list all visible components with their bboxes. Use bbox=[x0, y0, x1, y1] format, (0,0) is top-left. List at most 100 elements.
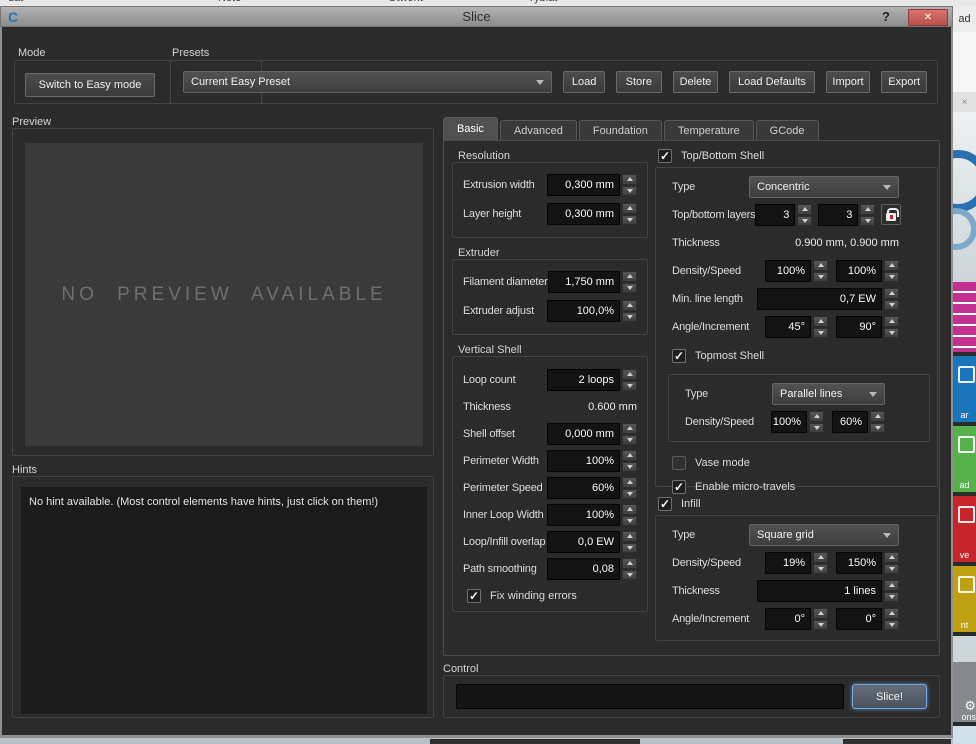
field-label: Type bbox=[672, 529, 749, 541]
close-button[interactable]: ✕ bbox=[908, 9, 948, 26]
spinner[interactable] bbox=[884, 552, 899, 574]
topmost-shell-checkbox[interactable]: ✓ bbox=[672, 349, 686, 363]
vertical-shell-group-title: Vertical Shell bbox=[458, 344, 522, 356]
import-button[interactable]: Import bbox=[826, 71, 871, 93]
spinner[interactable] bbox=[622, 531, 637, 553]
preview-canvas[interactable]: NO PREVIEW AVAILABLE bbox=[25, 143, 423, 446]
background-clear-button-fragment[interactable]: ar bbox=[953, 356, 976, 422]
fix-winding-errors-checkbox[interactable]: ✓ bbox=[467, 589, 481, 603]
infill-thickness-input[interactable]: 1 lines bbox=[757, 580, 882, 602]
spinner[interactable] bbox=[622, 203, 637, 225]
layer-height-input[interactable]: 0,300 mm bbox=[547, 203, 620, 225]
top-bottom-shell-checkbox[interactable]: ✓ bbox=[658, 149, 672, 163]
topmost-density-input[interactable]: 100% bbox=[771, 411, 807, 433]
extruder-adjust-input[interactable]: 100,0% bbox=[547, 300, 620, 322]
tbs-increment-input[interactable]: 90° bbox=[836, 316, 882, 338]
delete-button[interactable]: Delete bbox=[673, 71, 719, 93]
shell-offset-input[interactable]: 0,000 mm bbox=[547, 423, 620, 445]
row-infill-density-speed: Density/Speed 19% 150% bbox=[672, 552, 899, 574]
spinner[interactable] bbox=[884, 608, 899, 630]
switch-to-easy-mode-button[interactable]: Switch to Easy mode bbox=[25, 73, 155, 97]
tbs-speed-input[interactable]: 100% bbox=[836, 260, 882, 282]
min-line-length-input[interactable]: 0,7 EW bbox=[757, 288, 882, 310]
background-options-button-fragment[interactable]: ⚙ ons bbox=[953, 662, 976, 722]
row-loop-infill-overlap: Loop/Infill overlap 0,0 EW bbox=[463, 531, 637, 553]
field-label: Thickness bbox=[463, 401, 588, 413]
background-print-button-fragment[interactable]: nt bbox=[953, 566, 976, 632]
background-save-button-fragment[interactable]: ve bbox=[953, 496, 976, 562]
spinner[interactable] bbox=[622, 300, 637, 322]
spinner[interactable] bbox=[622, 174, 637, 196]
spinner[interactable] bbox=[622, 450, 637, 472]
tbs-type-select[interactable]: Concentric bbox=[749, 176, 899, 198]
field-label: Extruder adjust bbox=[463, 305, 547, 317]
spinner[interactable] bbox=[622, 558, 637, 580]
spinner[interactable] bbox=[884, 580, 899, 602]
tbs-density-input[interactable]: 100% bbox=[765, 260, 811, 282]
background-app-right-strip: ad × ar ad ve nt ⚙ ons bbox=[953, 6, 976, 744]
spinner[interactable] bbox=[809, 411, 824, 433]
perimeter-width-input[interactable]: 100% bbox=[547, 450, 620, 472]
load-button[interactable]: Load bbox=[563, 71, 605, 93]
spinner[interactable] bbox=[622, 477, 637, 499]
slice-button[interactable]: Slice! bbox=[852, 684, 927, 709]
spinner[interactable] bbox=[813, 552, 828, 574]
top-layers-input[interactable]: 3 bbox=[755, 204, 795, 226]
infill-density-input[interactable]: 19% bbox=[765, 552, 811, 574]
topmost-type-select[interactable]: Parallel lines bbox=[772, 383, 885, 405]
spinner[interactable] bbox=[622, 423, 637, 445]
vase-mode-checkbox[interactable] bbox=[672, 456, 686, 470]
tbs-angle-input[interactable]: 45° bbox=[765, 316, 811, 338]
infill-increment-input[interactable]: 0° bbox=[836, 608, 882, 630]
load-defaults-button[interactable]: Load Defaults bbox=[729, 71, 814, 93]
spinner[interactable] bbox=[884, 316, 899, 338]
background-toolbar-fragment[interactable] bbox=[953, 282, 976, 352]
infill-checkbox[interactable]: ✓ bbox=[658, 497, 672, 511]
filament-diameter-input[interactable]: 1,750 mm bbox=[548, 271, 620, 293]
help-button[interactable]: ? bbox=[882, 9, 890, 24]
store-button[interactable]: Store bbox=[616, 71, 662, 93]
row-tbs-density-speed: Density/Speed 100% 100% bbox=[672, 260, 899, 282]
spinner[interactable] bbox=[870, 411, 885, 433]
loop-count-input[interactable]: 2 loops bbox=[547, 369, 620, 391]
tab-advanced[interactable]: Advanced bbox=[500, 120, 577, 140]
spinner[interactable] bbox=[813, 316, 828, 338]
extrusion-width-input[interactable]: 0,300 mm bbox=[547, 174, 620, 196]
enable-micro-travels-checkbox[interactable]: ✓ bbox=[672, 480, 686, 494]
spinner[interactable] bbox=[884, 288, 899, 310]
background-close-fragment[interactable]: × bbox=[953, 92, 976, 112]
spinner[interactable] bbox=[797, 204, 812, 226]
dialog-titlebar[interactable]: C Slice ? ✕ bbox=[0, 6, 953, 27]
tab-temperature[interactable]: Temperature bbox=[664, 120, 754, 140]
infill-angle-input[interactable]: 0° bbox=[765, 608, 811, 630]
craftware-logo-icon: C bbox=[8, 9, 18, 25]
spinner[interactable] bbox=[622, 271, 637, 293]
chevron-down-icon bbox=[869, 392, 877, 401]
background-3d-viewport-fragment[interactable] bbox=[953, 112, 976, 282]
topmost-speed-input[interactable]: 60% bbox=[832, 411, 868, 433]
spinner[interactable] bbox=[813, 260, 828, 282]
preset-select[interactable]: Current Easy Preset bbox=[183, 71, 552, 93]
row-tbs-thickness: Thickness 0.900 mm, 0.900 mm bbox=[672, 232, 899, 254]
resolution-group-title: Resolution bbox=[458, 150, 510, 162]
tab-foundation[interactable]: Foundation bbox=[579, 120, 662, 140]
export-button[interactable]: Export bbox=[881, 71, 927, 93]
tab-gcode[interactable]: GCode bbox=[756, 120, 819, 140]
spinner[interactable] bbox=[813, 608, 828, 630]
checkbox-label: Fix winding errors bbox=[490, 590, 577, 602]
bottom-layers-input[interactable]: 3 bbox=[818, 204, 858, 226]
loop-infill-overlap-input[interactable]: 0,0 EW bbox=[547, 531, 620, 553]
background-load-button-fragment[interactable]: ad bbox=[953, 426, 976, 492]
topmost-shell-header: ✓ Topmost Shell bbox=[672, 349, 899, 363]
spinner[interactable] bbox=[860, 204, 875, 226]
spinner[interactable] bbox=[622, 504, 637, 526]
inner-loop-width-input[interactable]: 100% bbox=[547, 504, 620, 526]
lock-icon[interactable] bbox=[881, 204, 901, 225]
perimeter-speed-input[interactable]: 60% bbox=[547, 477, 620, 499]
infill-type-select[interactable]: Square grid bbox=[749, 524, 899, 546]
spinner[interactable] bbox=[884, 260, 899, 282]
spinner[interactable] bbox=[622, 369, 637, 391]
path-smoothing-input[interactable]: 0,08 bbox=[547, 558, 620, 580]
tab-basic[interactable]: Basic bbox=[443, 117, 498, 140]
infill-speed-input[interactable]: 150% bbox=[836, 552, 882, 574]
